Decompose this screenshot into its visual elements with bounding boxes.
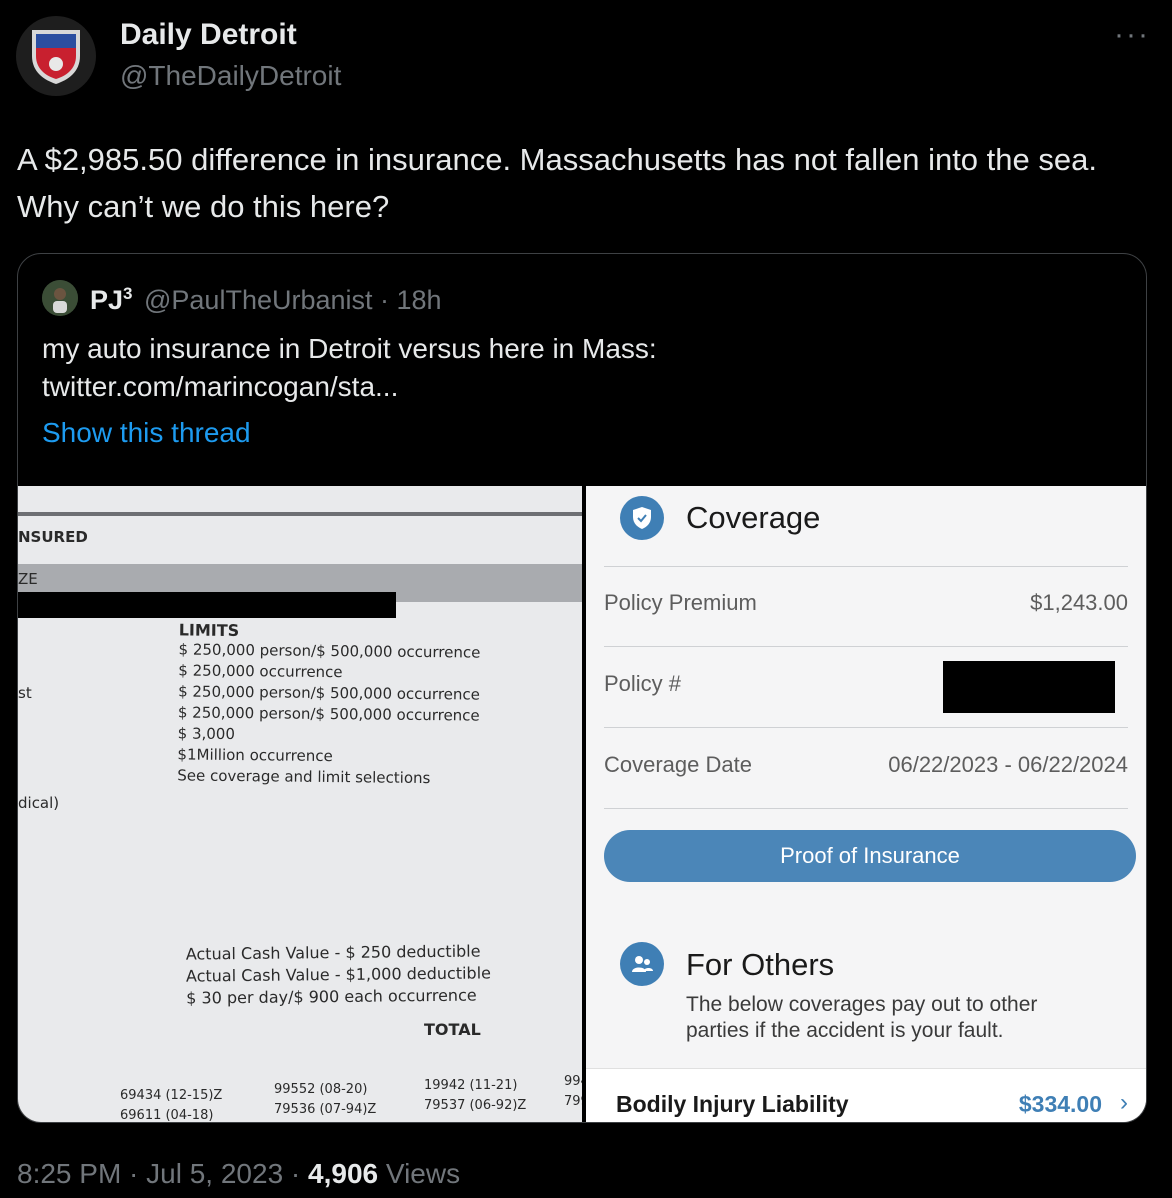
for-others-description: The below coverages pay out to other par…: [686, 993, 1038, 1042]
doc-code: 994: [564, 1074, 582, 1089]
divider: [604, 566, 1128, 567]
timestamp[interactable]: 8:25 PM · Jul 5, 2023 ·: [17, 1158, 308, 1189]
doc-side-text: dical): [18, 794, 60, 812]
for-others-title: For Others: [686, 947, 835, 982]
show-thread-link[interactable]: Show this thread: [42, 417, 251, 449]
proof-of-insurance-button: Proof of Insurance: [604, 830, 1136, 882]
person-photo-icon: [42, 280, 78, 316]
doc-code: 19942 (11-21): [424, 1078, 518, 1093]
tweet-meta: 8:25 PM · Jul 5, 2023 · 4,906 Views: [17, 1158, 460, 1190]
policy-label: Policy #: [604, 671, 682, 696]
quote-handle-time: @PaulTheUrbanist · 18h: [144, 285, 442, 315]
deductible-line: Actual Cash Value - $ 250 deductible: [185, 941, 481, 964]
doc-code: 79537 (06-92)Z: [424, 1098, 527, 1113]
doc-total: TOTAL: [424, 1020, 481, 1039]
insurance-document-photo: NSURED ZE st dical) LIMITS $ 250,000 per…: [18, 486, 582, 1122]
redaction-bar: [943, 661, 1115, 713]
shield-logo-icon: [32, 30, 80, 84]
doc-code: 79536 (07-94)Z: [274, 1102, 377, 1117]
doc-header: NSURED: [18, 528, 88, 546]
doc-side-text: st: [18, 684, 32, 702]
doc-code: 799: [564, 1094, 582, 1109]
views-label: Views: [378, 1158, 461, 1189]
author-name[interactable]: Daily Detroit: [120, 18, 297, 52]
quote-text: my auto insurance in Detroit versus here…: [42, 330, 1122, 406]
shield-check-icon: [620, 496, 664, 540]
views-count: 4,906: [308, 1158, 379, 1189]
date-label: Coverage Date: [604, 752, 752, 777]
limits-line: See coverage and limit selections: [177, 766, 431, 788]
divider: [604, 727, 1128, 728]
divider: [18, 512, 582, 516]
doc-header-2: ZE: [18, 570, 38, 588]
bodily-injury-row: Bodily Injury Liability $334.00 ›: [586, 1068, 1146, 1122]
tweet-text: A $2,985.50 difference in insurance. Mas…: [17, 142, 1097, 224]
people-icon: [620, 942, 664, 986]
quote-author-name[interactable]: PJ3: [90, 284, 133, 316]
deductible-line: Actual Cash Value - $1,000 deductible: [185, 963, 492, 986]
quote-media[interactable]: NSURED ZE st dical) LIMITS $ 250,000 per…: [18, 486, 1146, 1122]
divider: [604, 808, 1128, 809]
date-value: 06/22/2023 - 06/22/2024: [888, 752, 1128, 777]
doc-code: 69611 (04-18): [120, 1108, 214, 1122]
more-options-icon[interactable]: ···: [1114, 18, 1150, 52]
insurance-app-screenshot: Coverage Policy Premium $1,243.00 Policy…: [586, 486, 1146, 1122]
bodily-injury-label: Bodily Injury Liability: [616, 1091, 849, 1117]
premium-label: Policy Premium: [604, 590, 757, 615]
divider: [604, 646, 1128, 647]
quoted-tweet[interactable]: PJ3 @PaulTheUrbanist · 18h my auto insur…: [17, 253, 1147, 1123]
limits-block: LIMITS $ 250,000 person/$ 500,000 occurr…: [177, 620, 481, 789]
bodily-injury-value: $334.00: [1018, 1091, 1102, 1117]
doc-code: 69434 (12-15)Z: [120, 1088, 223, 1103]
quote-link[interactable]: twitter.com/marincogan/sta...: [42, 368, 1122, 406]
chevron-right-icon: ›: [1120, 1089, 1128, 1116]
quote-avatar[interactable]: [42, 280, 78, 316]
quote-text-line: my auto insurance in Detroit versus here…: [42, 333, 657, 364]
author-avatar[interactable]: [16, 16, 96, 96]
redaction-bar: [18, 592, 396, 618]
coverage-title: Coverage: [686, 500, 821, 535]
deductibles-block: Actual Cash Value - $ 250 deductible Act…: [186, 940, 492, 1009]
doc-code: 99552 (08-20): [274, 1082, 368, 1097]
author-handle[interactable]: @TheDailyDetroit: [120, 60, 341, 92]
premium-value: $1,243.00: [1030, 590, 1128, 615]
deductible-line: $ 30 per day/$ 900 each occurrence: [186, 985, 477, 1008]
